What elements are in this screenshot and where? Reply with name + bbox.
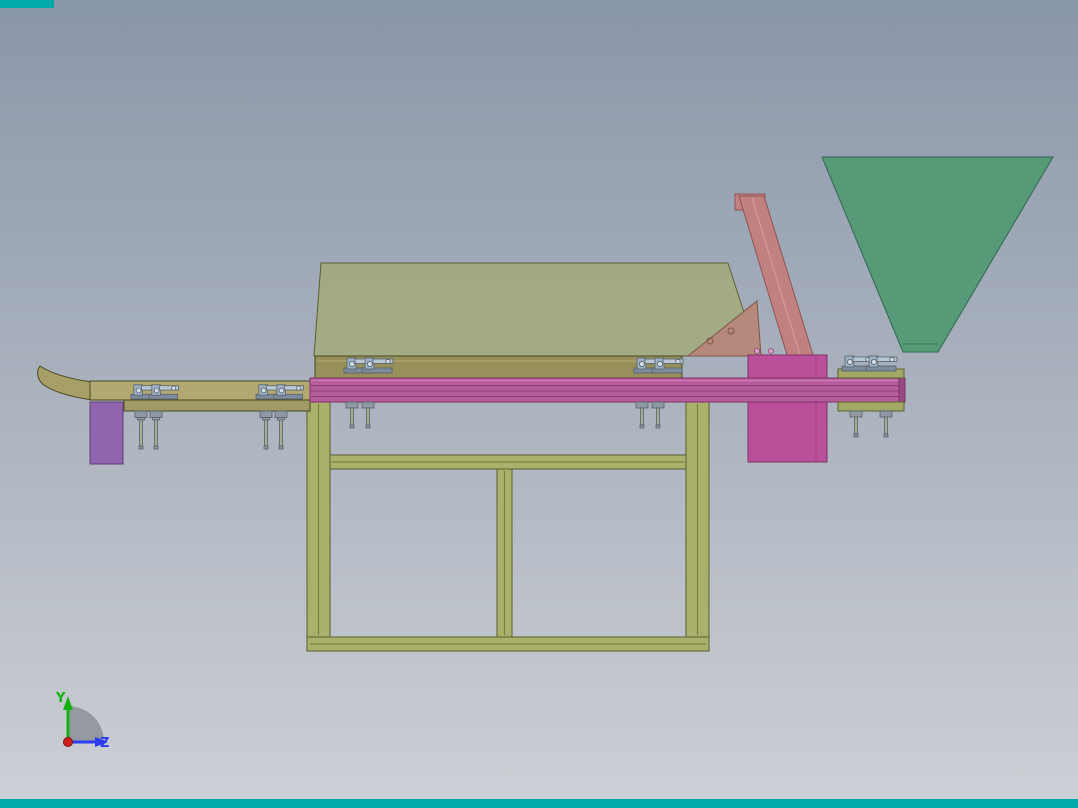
rail-end-cap <box>898 377 906 403</box>
feeder-box-part[interactable] <box>747 354 828 463</box>
translucent-guard-panel-part[interactable] <box>313 262 759 357</box>
left-bar-lower[interactable] <box>123 399 311 412</box>
z-axis-label: Z <box>100 736 109 751</box>
bolt-head <box>754 348 760 354</box>
feeder-box[interactable] <box>747 354 828 463</box>
rail-extrusion[interactable] <box>309 377 906 403</box>
bolt-head <box>768 348 774 354</box>
cad-viewport[interactable]: Y Z <box>0 0 1078 808</box>
main-rail-part[interactable] <box>309 377 906 403</box>
guard-panel[interactable] <box>313 262 759 357</box>
x-axis-dot <box>63 737 73 747</box>
rail-end-block-bottom[interactable] <box>837 401 905 412</box>
purple-block-part[interactable] <box>89 401 124 465</box>
window-chrome-bottom <box>0 799 1078 808</box>
y-axis-label: Y <box>55 691 66 706</box>
window-chrome-top-left <box>0 0 54 8</box>
